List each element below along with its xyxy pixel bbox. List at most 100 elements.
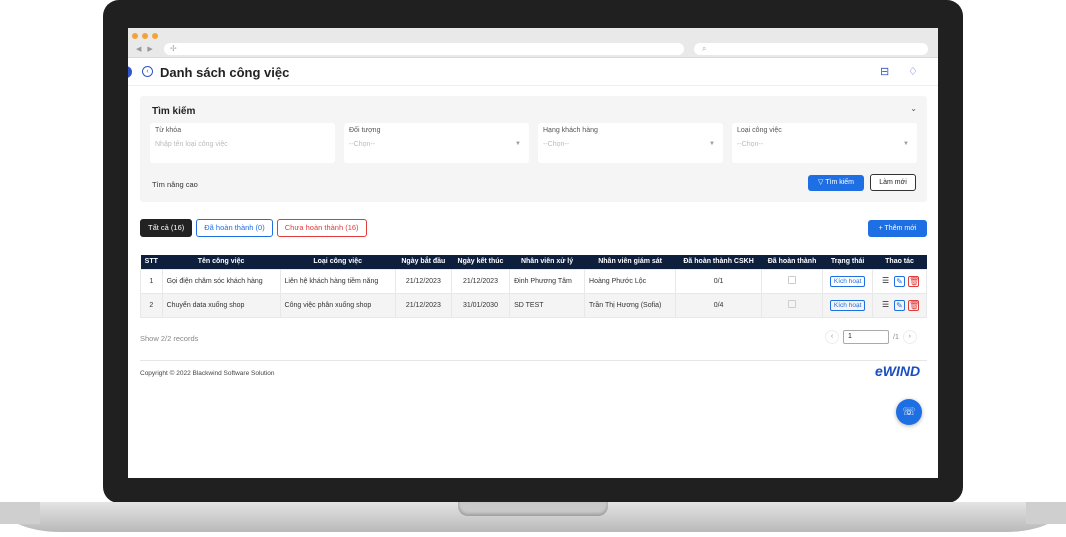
task-type-select[interactable]: Loại công việc --Chọn-- ▼: [732, 123, 917, 163]
reset-button[interactable]: Làm mới: [870, 174, 916, 191]
plus-icon: ✢: [170, 44, 177, 53]
laptop-base: [0, 502, 1066, 532]
table-row[interactable]: 2 Chuyển data xuống shop Công việc phân …: [140, 292, 927, 318]
advanced-search-link[interactable]: Tìm nâng cao: [152, 180, 198, 189]
add-new-button[interactable]: + Thêm mới: [868, 220, 927, 237]
next-page-icon[interactable]: ›: [902, 330, 917, 344]
col-actions: Thao tác: [872, 255, 927, 269]
trash-icon[interactable]: 🗑: [908, 299, 919, 311]
cell-status: Kích hoạt: [822, 292, 874, 318]
cell-supervisor: Trần Thị Hương (Sofia): [584, 292, 677, 318]
col-type[interactable]: Loại công việc: [280, 255, 396, 269]
forward-arrow-icon[interactable]: ▶: [147, 45, 152, 53]
cell-supervisor: Hoàng Phước Lộc: [584, 268, 677, 294]
cell-stt: 2: [140, 292, 163, 318]
cell-name[interactable]: Gọi điện chăm sóc khách hàng: [161, 268, 281, 294]
done-checkbox[interactable]: [788, 276, 797, 284]
cell-end: 21/12/2023: [450, 268, 511, 294]
page-title: Danh sách công việc: [160, 65, 290, 80]
back-circle-icon[interactable]: ‹: [142, 66, 153, 77]
copyright: Copyright © 2022 Blackwind Software Solu…: [140, 370, 275, 377]
col-handler[interactable]: Nhân viên xử lý: [509, 255, 585, 269]
edit-icon[interactable]: ✎: [894, 275, 906, 287]
page-header: ‹ Danh sách công việc ⊟ ♢: [128, 58, 938, 86]
phone-call-icon[interactable]: ☏: [896, 399, 922, 425]
search-button-label: Tìm kiếm: [825, 179, 854, 186]
browser-search[interactable]: ⌕: [694, 43, 928, 55]
customer-rank-value[interactable]: --Chọn--: [543, 141, 718, 148]
sidebar-toggle[interactable]: [128, 66, 132, 78]
col-end[interactable]: Ngày kết thúc: [451, 255, 510, 269]
task-table: STT Tên công việc Loại công việc Ngày bắ…: [140, 255, 927, 318]
screen: ◀ ▶ ✢ ⌕ ‹ Danh sách công việc ⊟ ♢ Tìm ki…: [128, 28, 938, 478]
cell-status: Kích hoạt: [822, 268, 874, 294]
caret-down-icon: ▼: [903, 141, 909, 147]
status-tabs: Tất cả (16) Đã hoàn thành (0) Chưa hoàn …: [140, 219, 367, 237]
trash-icon[interactable]: 🗑: [908, 275, 919, 287]
inbox-icon[interactable]: ⊟: [880, 65, 889, 78]
tab-incomplete[interactable]: Chưa hoàn thành (16): [276, 219, 367, 237]
done-checkbox[interactable]: [788, 300, 797, 308]
cell-cskh: 0/4: [675, 292, 762, 318]
records-count: Show 2/2 records: [140, 334, 199, 343]
page-input[interactable]: 1: [843, 330, 889, 344]
cell-type: Công việc phân xuống shop: [279, 292, 396, 318]
cell-handler: Đinh Phương Tâm: [509, 268, 586, 294]
page-total: /1: [893, 333, 899, 341]
list-icon[interactable]: ☰: [880, 300, 891, 311]
customer-rank-select[interactable]: Hạng khách hàng --Chọn-- ▼: [538, 123, 723, 163]
tab-completed[interactable]: Đã hoàn thành (0): [196, 219, 273, 237]
browser-chrome: ◀ ▶ ✢ ⌕: [128, 28, 938, 58]
search-panel: Tìm kiếm ⌄ Từ khóa Nhập tên loại công vi…: [140, 96, 927, 202]
back-arrow-icon[interactable]: ◀: [136, 45, 141, 53]
cell-cskh: 0/1: [675, 268, 762, 294]
browser-nav[interactable]: ◀ ▶: [136, 45, 153, 53]
task-type-value[interactable]: --Chọn--: [737, 141, 912, 148]
cell-handler: SD TEST: [509, 292, 586, 318]
keyword-label: Từ khóa: [155, 127, 182, 134]
col-done[interactable]: Đã hoàn thành: [761, 255, 823, 269]
object-value[interactable]: --Chọn--: [349, 141, 524, 148]
object-select[interactable]: Đối tượng --Chọn-- ▼: [344, 123, 529, 163]
prev-page-icon[interactable]: ‹: [825, 330, 839, 344]
caret-down-icon: ▼: [709, 141, 715, 147]
cell-start: 21/12/2023: [394, 268, 452, 294]
search-icon: ⌕: [702, 44, 707, 53]
keyword-input[interactable]: Nhập tên loại công việc: [155, 141, 330, 148]
col-name[interactable]: Tên công việc: [162, 255, 281, 269]
chevron-down-icon[interactable]: ⌄: [910, 104, 917, 113]
keyword-field[interactable]: Từ khóa Nhập tên loại công việc: [150, 123, 335, 163]
brand-logo: eWIND: [875, 363, 921, 379]
cell-name[interactable]: Chuyển data xuống shop: [161, 292, 281, 318]
caret-down-icon: ▼: [515, 141, 521, 147]
task-type-label: Loại công việc: [737, 127, 782, 134]
filter-icon: ▽: [818, 179, 824, 186]
col-supervisor[interactable]: Nhân viên giám sát: [584, 255, 676, 269]
table-header-row: STT Tên công việc Loại công việc Ngày bắ…: [140, 255, 927, 269]
col-cskh[interactable]: Đã hoàn thành CSKH: [675, 255, 762, 269]
object-label: Đối tượng: [349, 127, 381, 134]
cell-stt: 1: [140, 268, 163, 294]
bell-icon[interactable]: ♢: [908, 65, 918, 78]
cell-actions: ☰ ✎ 🗑: [872, 268, 927, 294]
address-bar[interactable]: ✢: [164, 43, 684, 55]
pagination: ‹ 1 /1 ›: [825, 330, 917, 344]
search-button[interactable]: ▽ Tìm kiếm: [808, 175, 864, 191]
tab-all[interactable]: Tất cả (16): [140, 219, 193, 237]
table-row[interactable]: 1 Gọi điện chăm sóc khách hàng Liên hệ k…: [140, 268, 927, 294]
cell-done: [760, 268, 824, 294]
cell-done: [760, 292, 824, 318]
customer-rank-label: Hạng khách hàng: [543, 127, 598, 134]
status-badge[interactable]: Kích hoạt: [829, 299, 866, 311]
cell-type: Liên hệ khách hàng tiềm năng: [279, 268, 396, 294]
col-stt[interactable]: STT: [140, 255, 163, 269]
col-status[interactable]: Trạng thái: [822, 255, 873, 269]
col-start[interactable]: Ngày bắt đầu: [395, 255, 452, 269]
edit-icon[interactable]: ✎: [894, 299, 906, 311]
window-controls[interactable]: [132, 33, 158, 39]
list-icon[interactable]: ☰: [880, 276, 891, 287]
cell-actions: ☰ ✎ 🗑: [872, 292, 927, 318]
status-badge[interactable]: Kích hoạt: [829, 275, 866, 287]
search-panel-title: Tìm kiếm: [152, 106, 196, 117]
cell-start: 21/12/2023: [394, 292, 452, 318]
